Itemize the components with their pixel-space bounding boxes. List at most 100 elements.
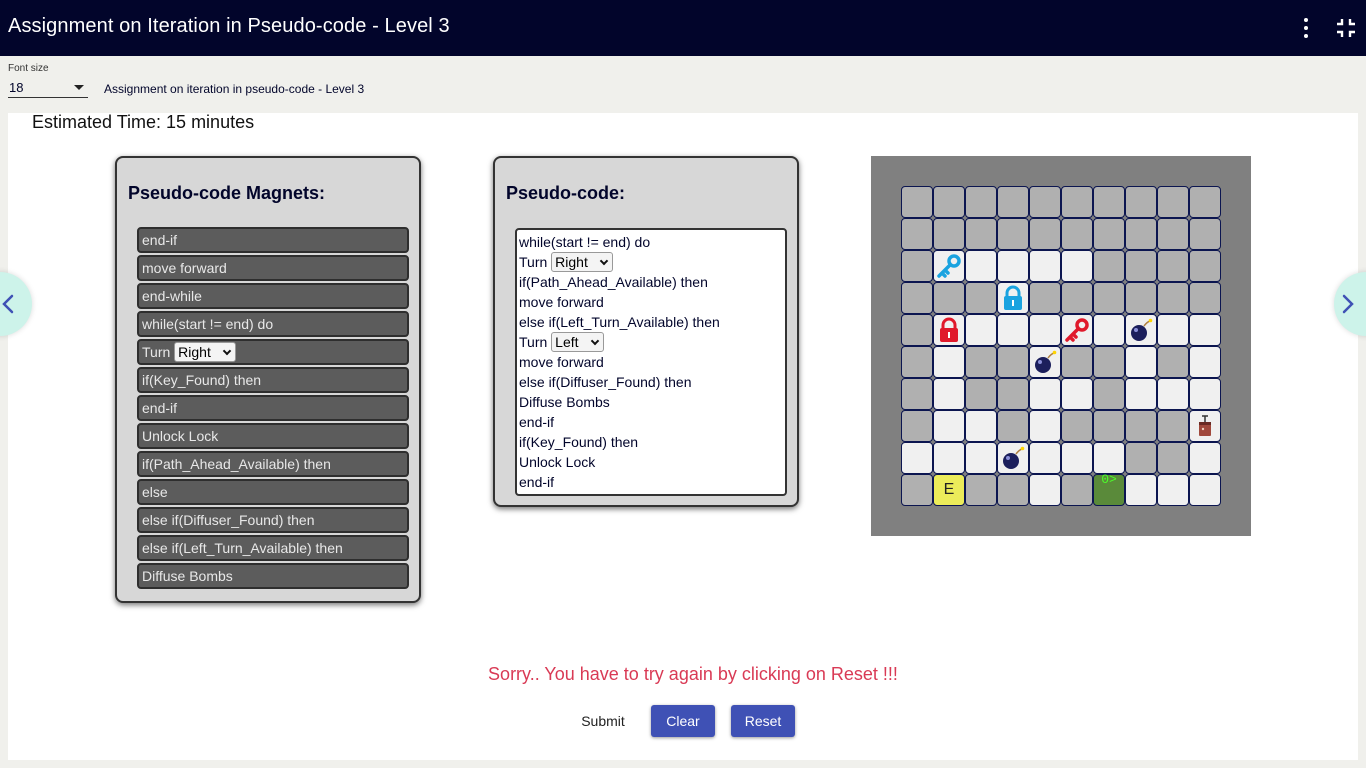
line-text: Turn <box>519 334 548 350</box>
code-line[interactable]: end-if <box>519 412 785 432</box>
magnet-block[interactable]: move forward <box>137 255 409 281</box>
code-line[interactable]: if(Key_Found) then <box>519 432 785 452</box>
code-line[interactable]: else if(Left_Turn_Available) then <box>519 312 785 332</box>
maze-cell <box>901 250 933 282</box>
font-size-label: Font size <box>8 63 49 74</box>
magnet-block[interactable]: else if(Diffuser_Found) then <box>137 507 409 533</box>
font-size-value: 18 <box>9 80 24 95</box>
magnet-block[interactable]: Turn Right <box>137 339 409 365</box>
magnet-block[interactable]: if(Path_Ahead_Available) then <box>137 451 409 477</box>
maze-cell <box>1029 314 1061 346</box>
maze-cell <box>965 442 997 474</box>
maze-cell <box>1189 282 1221 314</box>
clear-button[interactable]: Clear <box>651 705 715 737</box>
player-marker: 0> <box>1101 472 1117 487</box>
magnet-block[interactable]: end-if <box>137 395 409 421</box>
assignment-card: Estimated Time: 15 minutes Pseudo-code M… <box>8 112 1358 760</box>
magnet-block[interactable]: else if(Left_Turn_Available) then <box>137 535 409 561</box>
maze-cell <box>1157 250 1189 282</box>
line-text: Turn <box>519 254 548 270</box>
magnet-block[interactable]: else <box>137 479 409 505</box>
maze-cell <box>965 250 997 282</box>
code-line[interactable]: end-if <box>519 472 785 492</box>
maze-cell <box>901 218 933 250</box>
magnet-block[interactable]: end-while <box>137 283 409 309</box>
line-text: move forward <box>519 354 604 370</box>
direction-select[interactable]: Left <box>551 332 604 352</box>
maze-cell <box>1029 250 1061 282</box>
submit-button[interactable]: Submit <box>568 705 638 737</box>
line-text: end-if <box>142 232 178 248</box>
maze-cell <box>1157 346 1189 378</box>
magnet-block[interactable]: Diffuse Bombs <box>137 563 409 589</box>
maze-cell <box>997 474 1029 506</box>
maze-cell <box>1093 378 1125 410</box>
code-line[interactable]: Diffuse Bombs <box>519 392 785 412</box>
chevron-down-icon <box>590 336 599 346</box>
magnet-block[interactable]: if(Key_Found) then <box>137 367 409 393</box>
line-text: else if(Diffuser_Found) then <box>519 374 692 390</box>
line-text: if(Path_Ahead_Available) then <box>519 274 708 290</box>
maze-cell <box>1189 474 1221 506</box>
maze-cell <box>1157 218 1189 250</box>
maze-cell <box>901 378 933 410</box>
magnet-block[interactable]: Unlock Lock <box>137 423 409 449</box>
line-text: end-if <box>519 414 555 430</box>
maze-cell <box>1189 378 1221 410</box>
maze-cell <box>933 410 965 442</box>
line-text: end-while <box>142 288 202 304</box>
code-line[interactable]: Turn Left <box>519 332 785 352</box>
maze-cell <box>997 410 1029 442</box>
code-line[interactable]: while(start != end) do <box>519 232 785 252</box>
line-text: end-if <box>519 474 555 490</box>
maze-cell <box>901 346 933 378</box>
fullscreen-exit-icon[interactable] <box>1336 18 1356 38</box>
maze-cell <box>933 250 965 282</box>
maze-cell <box>1125 410 1157 442</box>
code-line[interactable]: else if(Diffuser_Found) then <box>519 372 785 392</box>
magnet-block[interactable]: while(start != end) do <box>137 311 409 337</box>
line-text: else if(Diffuser_Found) then <box>142 512 315 528</box>
maze-cell <box>1189 442 1221 474</box>
maze-cell <box>1125 442 1157 474</box>
maze-cell <box>997 282 1029 314</box>
reset-button[interactable]: Reset <box>731 705 795 737</box>
maze-cell <box>1093 282 1125 314</box>
maze-cell <box>1189 410 1221 442</box>
maze-cell <box>1093 250 1125 282</box>
direction-value: Right <box>178 344 211 360</box>
maze-cell <box>965 186 997 218</box>
magnet-list: end-if move forward end-while while(start !… <box>137 227 409 591</box>
maze-cell <box>933 378 965 410</box>
estimated-time: Estimated Time: 15 minutes <box>32 112 255 132</box>
line-text: else if(Left_Turn_Available) then <box>142 540 343 556</box>
toolbar: Font size 18 Assignment on iteration in … <box>0 56 1366 112</box>
chevron-down-icon <box>222 346 232 356</box>
font-size-select[interactable]: 18 <box>8 78 88 98</box>
maze-cell <box>901 186 933 218</box>
maze-cell <box>1029 282 1061 314</box>
maze-cell <box>997 346 1029 378</box>
code-line[interactable]: Turn Right <box>519 252 785 272</box>
code-line[interactable]: move forward <box>519 292 785 312</box>
line-text: Diffuse Bombs <box>142 568 233 584</box>
direction-select[interactable]: Right <box>174 342 236 362</box>
more-vert-icon[interactable] <box>1296 18 1316 40</box>
pseudo-code-area[interactable]: while(start != end) do Turn Right if(Path_… <box>515 228 787 496</box>
magnet-block[interactable]: end-if <box>137 227 409 253</box>
code-line[interactable]: Unlock Lock <box>519 452 785 472</box>
maze-cell <box>1157 378 1189 410</box>
maze-cell <box>997 314 1029 346</box>
maze-cell <box>1061 442 1093 474</box>
direction-select[interactable]: Right <box>551 252 613 272</box>
code-line[interactable]: move forward <box>519 352 785 372</box>
maze-cell <box>1061 250 1093 282</box>
maze-cell <box>1061 186 1093 218</box>
line-text: else <box>142 484 168 500</box>
exit-label: E <box>943 481 955 498</box>
result-message: Sorry.. You have to try again by clickin… <box>488 664 898 684</box>
maze-cell <box>997 442 1029 474</box>
maze-cell <box>965 474 997 506</box>
code-line[interactable]: if(Path_Ahead_Available) then <box>519 272 785 292</box>
maze-cell <box>1093 442 1125 474</box>
